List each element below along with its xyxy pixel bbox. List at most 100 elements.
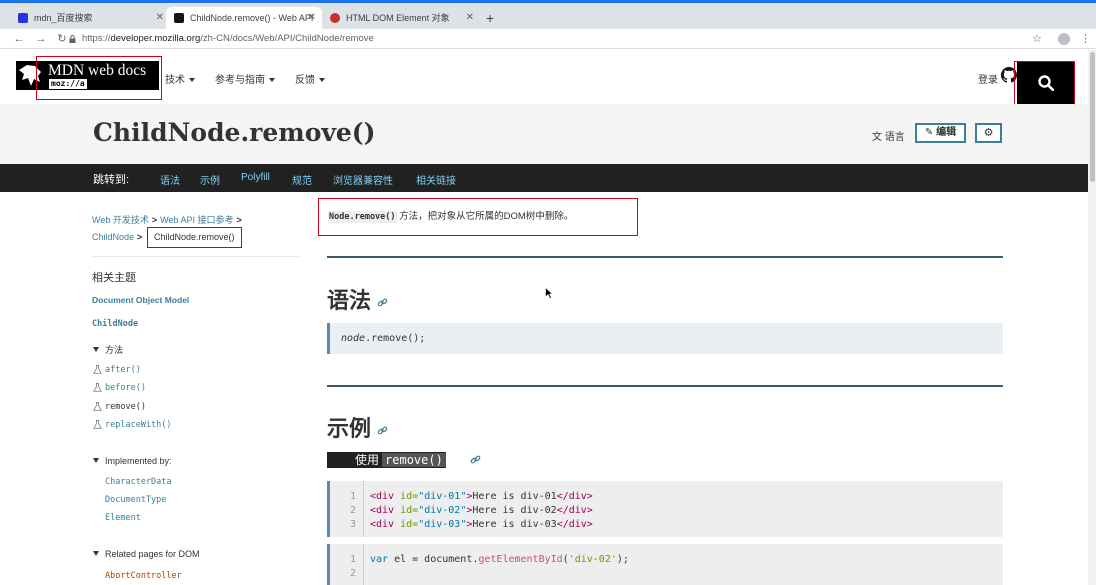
nav-label: 参考与指南 <box>215 75 265 86</box>
reload-icon[interactable]: ↻ <box>55 29 69 49</box>
code-tag: </div> <box>556 505 593 516</box>
title-band: ChildNode.remove() 文 语言 ✎ 编辑 ⚙ <box>0 104 1088 164</box>
sidebar-method-before[interactable]: before() <box>105 383 146 393</box>
code-tag: <div <box>370 519 395 530</box>
nav-label: 反馈 <box>295 75 315 86</box>
highlight-box-logo <box>36 56 162 100</box>
url-input[interactable]: https://developer.mozilla.org/zh-CN/docs… <box>82 29 374 49</box>
browser-tab-mdn[interactable]: ChildNode.remove() - Web API ✕ <box>166 7 322 29</box>
sidebar-section-related[interactable]: Related pages for DOM <box>93 549 200 559</box>
breadcrumb-second-line: ChildNode > <box>92 232 145 242</box>
gear-icon: ⚙ <box>983 127 994 139</box>
sidebar-impl-characterdata[interactable]: CharacterData <box>105 477 172 487</box>
forward-arrow-icon[interactable]: → <box>34 29 48 49</box>
summary-text: 方法，把对象从它所属的DOM树中删除。 <box>396 211 574 222</box>
close-tab-icon[interactable]: ✕ <box>466 7 474 29</box>
line-number: 1 <box>349 491 356 502</box>
sidebar-impl-documenttype[interactable]: DocumentType <box>105 495 166 505</box>
jump-link-syntax[interactable]: 语法 <box>160 172 180 187</box>
sidebar-section-methods[interactable]: 方法 <box>93 343 123 356</box>
sidebar-method-remove[interactable]: remove() <box>105 402 146 412</box>
tab-title: ChildNode.remove() - Web API <box>190 13 314 23</box>
browser-tab-baidu[interactable]: mdn_百度搜索 ✕ <box>10 7 170 29</box>
code-tag: <div <box>370 505 395 516</box>
jump-link-browser-compat[interactable]: 浏览器兼容性 <box>333 172 393 187</box>
bookmark-star-icon[interactable]: ☆ <box>1032 29 1042 49</box>
syntax-code-block: node.remove(); <box>327 323 1003 354</box>
page-title: ChildNode.remove() <box>93 118 376 147</box>
html-code-block: 1 <div id="div-01">Here is div-01</div> 2… <box>327 481 1003 537</box>
translate-icon: 文 <box>872 132 882 143</box>
code-value: "div-02" <box>418 505 467 516</box>
nav-references-guides[interactable]: 参考与指南 <box>215 71 275 86</box>
scrollbar-thumb[interactable] <box>1090 52 1095 182</box>
jump-link-specifications[interactable]: 规范 <box>292 172 312 187</box>
edit-button[interactable]: ✎ 编辑 <box>915 123 966 143</box>
sidebar-related-abortcontroller[interactable]: AbortController <box>105 571 182 581</box>
breadcrumb-childnode[interactable]: ChildNode <box>92 232 134 242</box>
code-text: ); <box>616 554 629 565</box>
url-host: developer.mozilla.org <box>110 33 201 44</box>
language-label: 语言 <box>884 132 905 143</box>
experimental-flask-icon <box>93 383 102 392</box>
login-link[interactable]: 登录 <box>978 71 998 86</box>
back-arrow-icon[interactable]: ← <box>12 29 26 49</box>
language-button[interactable]: 文 语言 <box>872 128 905 143</box>
nav-technologies[interactable]: 技术 <box>165 71 195 86</box>
lock-icon <box>69 35 76 43</box>
edit-label: 编辑 <box>936 127 957 138</box>
close-tab-icon[interactable]: ✕ <box>156 7 164 29</box>
sidebar-section-implemented[interactable]: Implemented by: <box>93 456 172 466</box>
line-number: 2 <box>349 505 356 516</box>
breadcrumb-web-tech[interactable]: Web 开发技术 <box>92 215 149 225</box>
sidebar-impl-element[interactable]: Element <box>105 513 141 523</box>
address-bar: ← → ↻ https://developer.mozilla.org/zh-C… <box>0 29 1096 49</box>
link-anchor-icon[interactable] <box>377 297 388 308</box>
baidu-favicon-icon <box>18 13 28 23</box>
syntax-object: node <box>341 333 366 344</box>
jump-link-see-also[interactable]: 相关链接 <box>416 172 456 187</box>
section-label: Related pages for DOM <box>105 549 200 559</box>
link-anchor-icon[interactable] <box>470 454 481 465</box>
example-subheading: 使用 remove() <box>327 452 446 468</box>
syntax-call: .remove(); <box>365 333 426 344</box>
nav-feedback[interactable]: 反馈 <box>295 71 325 86</box>
profile-avatar[interactable] <box>1058 33 1070 45</box>
tab-title: HTML DOM Element 对象 <box>346 13 450 23</box>
code-tag: </div> <box>556 491 593 502</box>
sidebar-method-replacewith[interactable]: replaceWith() <box>105 420 172 430</box>
js-code-block: 1 var el = document.getElementById('div-0… <box>327 544 1003 585</box>
line-number: 2 <box>349 568 356 579</box>
breadcrumb-separator-icon: > <box>236 215 242 225</box>
caret-down-icon <box>319 78 325 82</box>
triangle-down-icon <box>93 458 99 463</box>
new-tab-button[interactable]: + <box>486 9 494 27</box>
link-anchor-icon[interactable] <box>377 425 388 436</box>
experimental-flask-icon <box>93 365 102 374</box>
caret-down-icon <box>189 78 195 82</box>
section-divider <box>327 385 1003 387</box>
mouse-cursor-icon <box>545 287 553 299</box>
jump-link-examples[interactable]: 示例 <box>200 172 220 187</box>
jump-link-polyfill[interactable]: Polyfill <box>241 172 270 183</box>
close-tab-icon[interactable]: ✕ <box>308 7 316 29</box>
line-number: 1 <box>349 554 356 565</box>
gutter-separator <box>363 481 364 537</box>
sidebar-link-childnode[interactable]: ChildNode <box>92 319 138 329</box>
nav-label: 技术 <box>165 75 185 86</box>
heading-text: 语法 <box>327 288 372 313</box>
browser-tab-bar: mdn_百度搜索 ✕ ChildNode.remove() - Web API … <box>0 3 1096 29</box>
code-tag: <div <box>370 491 395 502</box>
code-tag: </div> <box>556 519 593 530</box>
browser-menu-icon[interactable]: ⋮ <box>1080 29 1091 49</box>
gutter-separator <box>363 544 364 585</box>
summary-box: Node.remove() 方法，把对象从它所属的DOM树中删除。 <box>318 198 638 236</box>
browser-tab-runoob[interactable]: HTML DOM Element 对象 ✕ <box>322 7 480 29</box>
breadcrumb-web-api[interactable]: Web API 接口参考 <box>160 215 233 225</box>
highlight-box-search <box>1014 61 1075 105</box>
sidebar-method-after[interactable]: after() <box>105 365 141 375</box>
settings-button[interactable]: ⚙ <box>975 123 1002 143</box>
code-text: Here is div-03 <box>472 519 557 530</box>
heading-text: 示例 <box>327 416 372 441</box>
sidebar-link-dom[interactable]: Document Object Model <box>92 295 189 305</box>
